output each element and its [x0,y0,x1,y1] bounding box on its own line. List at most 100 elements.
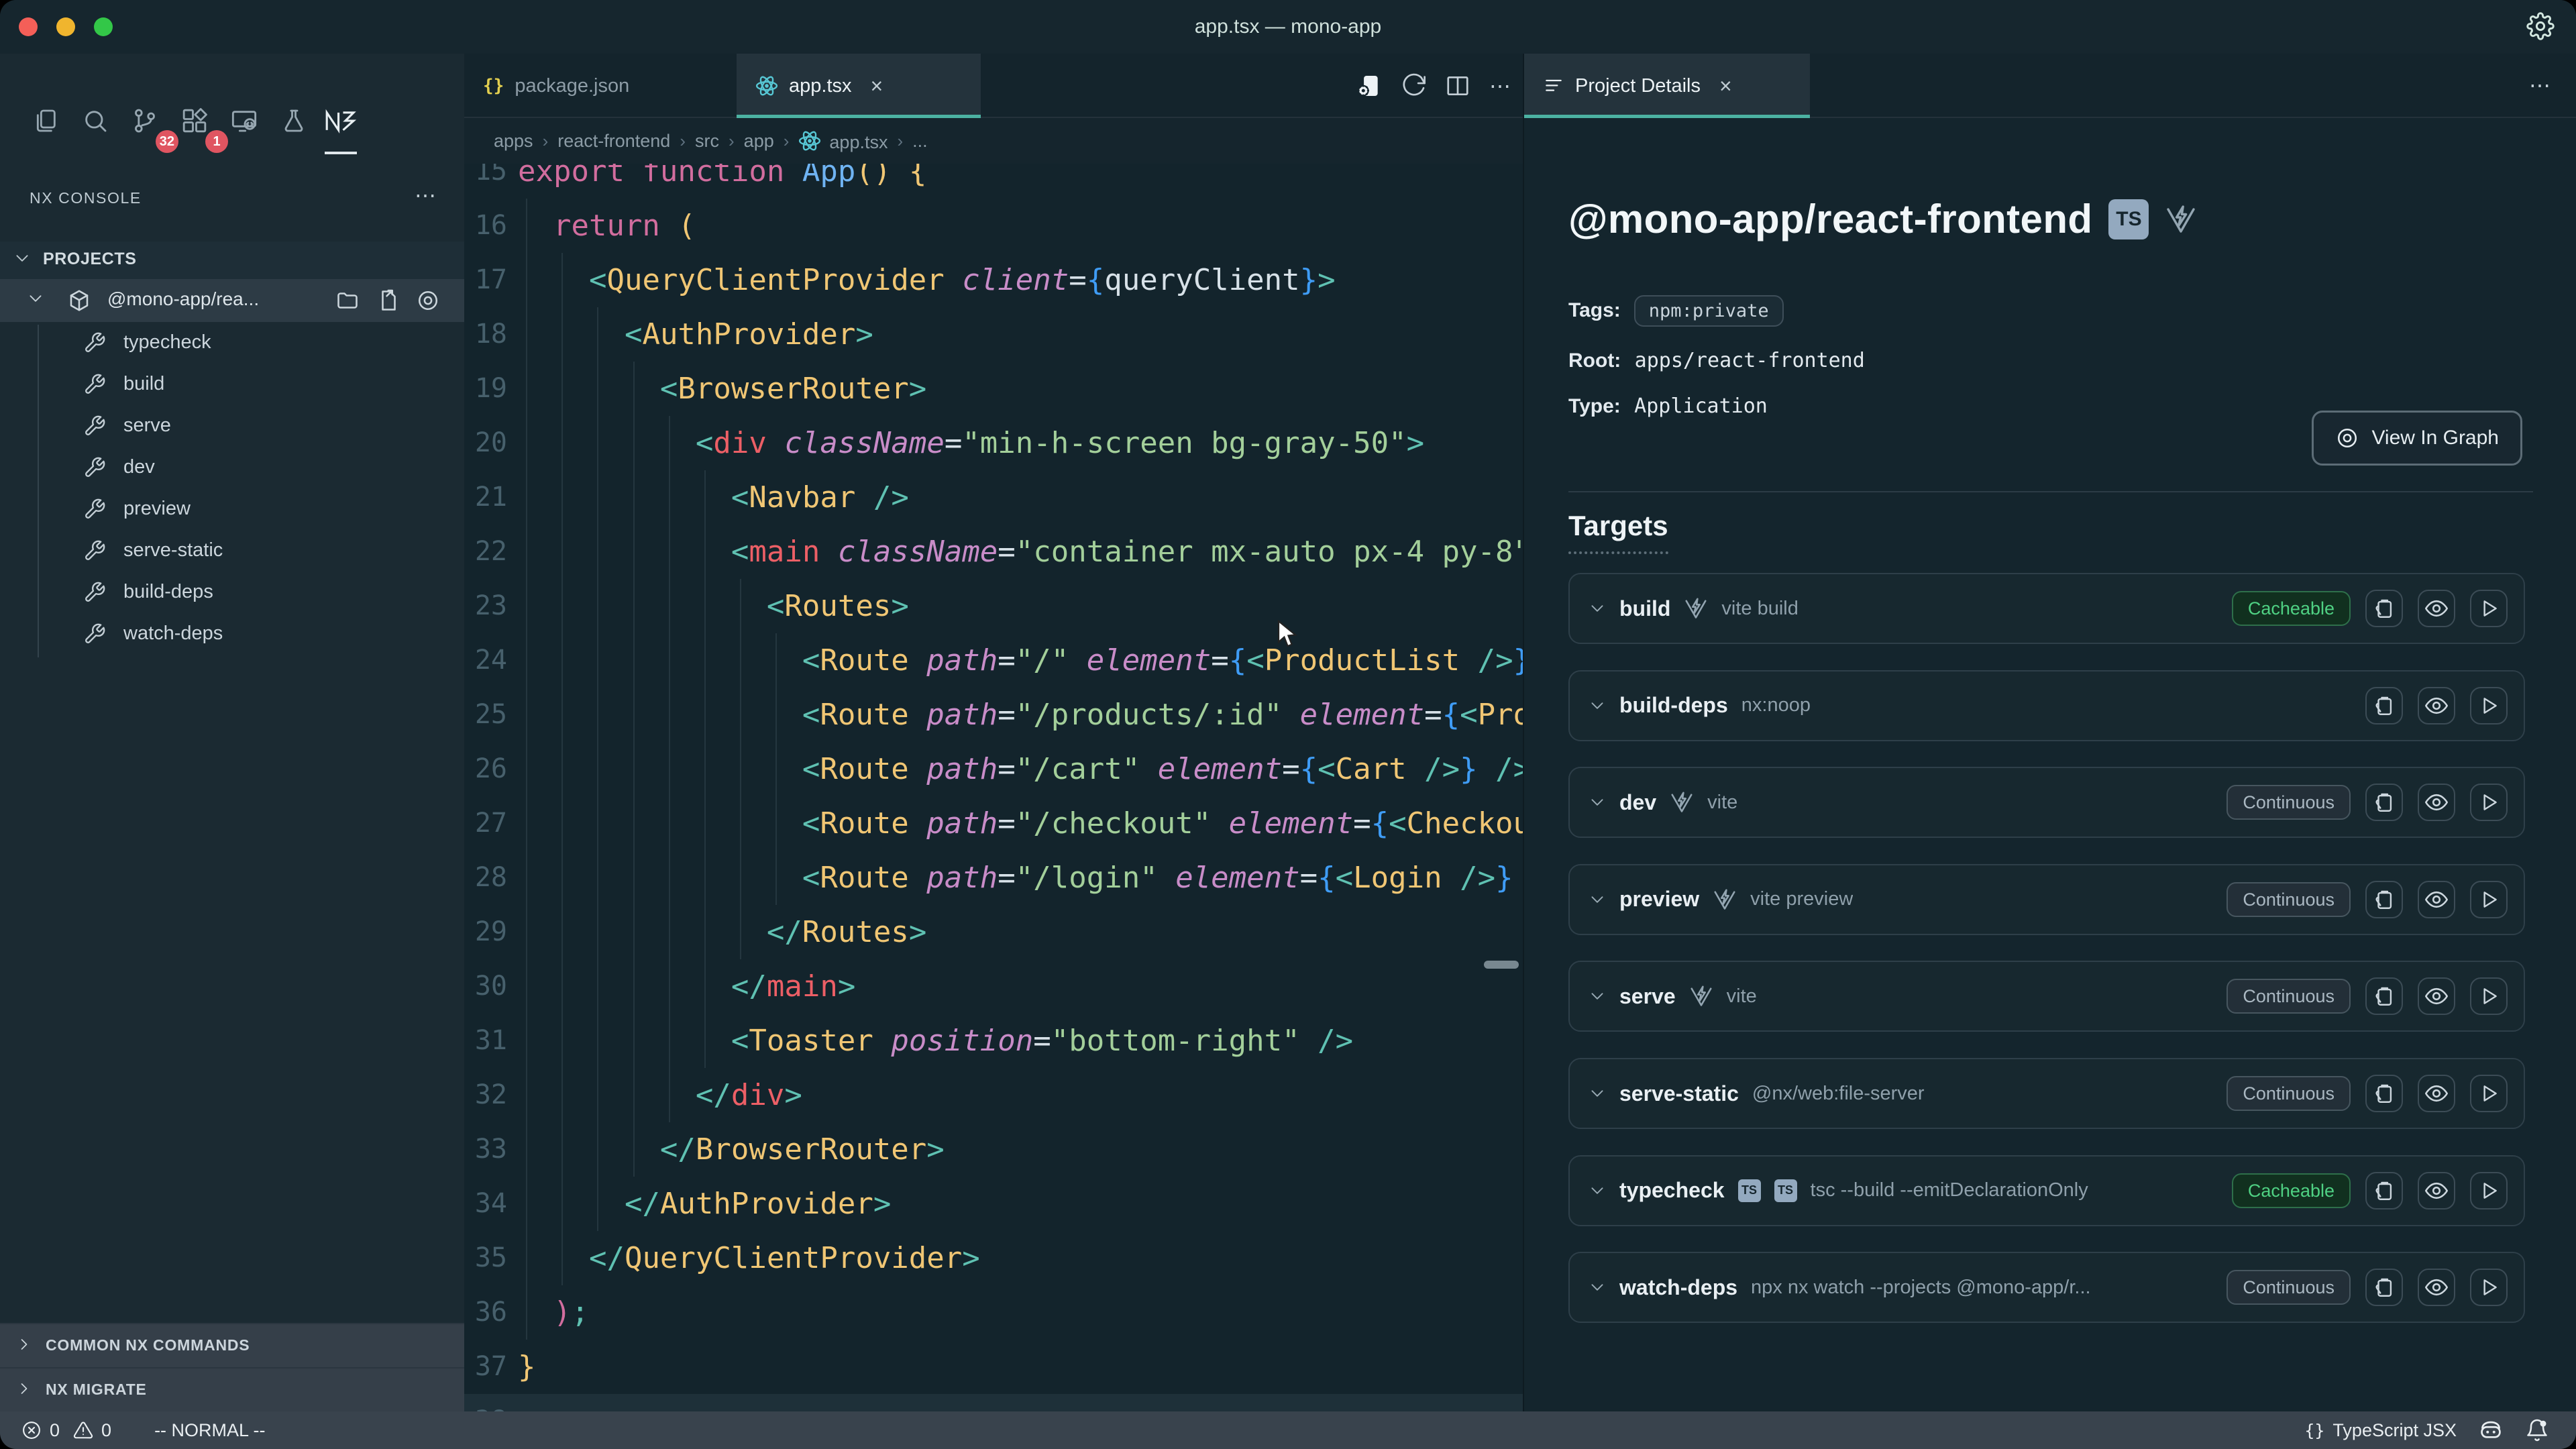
activity-beaker-icon[interactable] [270,94,318,148]
sidebar-section-nx-migrate[interactable]: NX MIGRATE [0,1367,464,1411]
view-task-button[interactable] [2418,977,2455,1015]
chevron-down-icon[interactable] [1589,1279,1606,1296]
sidebar-item-preview[interactable]: preview [0,488,464,530]
run-task-button[interactable] [2470,1269,2508,1306]
tree-item-label: build [123,373,164,395]
copy-task-button[interactable] [2365,590,2403,627]
target-command: npx nx watch --projects @mono-app/r... [1751,1277,2091,1299]
sidebar-item-serve[interactable]: serve [0,405,464,447]
activity-search-icon[interactable] [71,94,119,148]
target-card-serve[interactable]: serveviteContinuous [1568,961,2525,1032]
chevron-down-icon[interactable] [1589,987,1606,1005]
folder-icon[interactable] [335,288,360,313]
chevron-down-icon[interactable] [1589,697,1606,714]
run-task-button[interactable] [2470,977,2508,1015]
open-project-settings-icon[interactable] [1356,73,1382,99]
target-card-build[interactable]: buildvite buildCacheable [1568,573,2525,644]
close-tab-icon[interactable]: × [1719,74,1732,99]
run-task-button[interactable] [2470,590,2508,627]
sidebar-section-common-nx-commands[interactable]: COMMON NX COMMANDS [0,1323,464,1367]
activity-source-control-icon[interactable]: 32 [121,94,169,148]
view-task-button[interactable] [2418,590,2455,627]
sidebar-item-typecheck[interactable]: typecheck [0,322,464,364]
target-card-watch-deps[interactable]: watch-depsnpx nx watch --projects @mono-… [1568,1252,2525,1323]
status-left: 0 0 -- NORMAL -- [21,1411,266,1449]
chevron-down-icon[interactable] [1589,794,1606,811]
run-task-button[interactable] [2470,1172,2508,1210]
scrollbar-thumb[interactable] [1484,961,1519,969]
target-card-build-deps[interactable]: build-depsnx:noop [1568,670,2525,741]
activity-nx-icon[interactable] [317,94,365,148]
code-line-28: 28 <Route path="/login" element={<Login … [464,851,1523,905]
tab-package-json[interactable]: {} package.json [464,54,737,118]
copy-task-button[interactable] [2365,1075,2403,1112]
sidebar-item-dev[interactable]: dev [0,447,464,488]
copy-task-button[interactable] [2365,687,2403,724]
language-mode[interactable]: {} TypeScript JSX [2304,1420,2457,1441]
target-command: vite [1707,792,1737,814]
run-task-button[interactable] [2470,881,2508,918]
chevron-down-icon[interactable] [1589,891,1606,908]
code-text: <AuthProvider> [518,307,873,362]
chevron-down-icon[interactable] [1589,600,1606,617]
problems-indicator[interactable]: 0 0 [21,1420,111,1441]
file-arrow-icon[interactable] [376,288,400,313]
sidebar-project-row[interactable]: @mono-app/rea... [0,279,464,322]
target-card-serve-static[interactable]: serve-static@nx/web:file-serverContinuou… [1568,1058,2525,1129]
line-number: 34 [464,1177,507,1231]
tab-project-details[interactable]: Project Details × [1524,54,1810,118]
view-task-button[interactable] [2418,1075,2455,1112]
copilot-icon[interactable] [2478,1417,2504,1443]
tab-app-tsx[interactable]: app.tsx × [737,54,981,118]
chevron-down-icon[interactable] [1589,1182,1606,1199]
view-task-button[interactable] [2418,881,2455,918]
sidebar-item-build[interactable]: build [0,364,464,405]
projects-section-header[interactable]: PROJECTS [0,241,464,279]
code-editor[interactable]: 15export function App() {16 return (17 <… [464,164,1523,1411]
activity-files-icon[interactable] [21,94,70,148]
run-task-button[interactable] [2470,1075,2508,1112]
view-in-graph-button[interactable]: View In Graph [2312,411,2522,466]
settings-gear-icon[interactable] [2526,12,2555,40]
copy-task-button[interactable] [2365,881,2403,918]
sidebar-item-watch-deps[interactable]: watch-deps [0,613,464,655]
sidebar-item-build-deps[interactable]: build-deps [0,572,464,613]
view-task-button[interactable] [2418,1269,2455,1306]
code-text: </AuthProvider> [518,1177,891,1231]
activity-extensions-icon[interactable]: 1 [170,94,219,148]
refresh-icon[interactable] [1401,73,1426,99]
run-task-button[interactable] [2470,784,2508,821]
sidebar-more-icon[interactable]: ⋯ [415,182,437,208]
activity-remote-icon[interactable] [220,94,268,148]
target-command: nx:noop [1741,694,1811,716]
breadcrumb-item[interactable]: ... [912,131,928,152]
bell-icon[interactable] [2525,1418,2549,1442]
copy-task-button[interactable] [2365,977,2403,1015]
target-name: typecheck [1619,1178,1725,1203]
breadcrumb-item[interactable]: apps [494,131,533,152]
close-tab-icon[interactable]: × [871,74,883,99]
panel-more-actions-icon[interactable]: ⋯ [2529,72,2552,98]
chevron-down-icon[interactable] [1589,1085,1606,1102]
copy-task-button[interactable] [2365,784,2403,821]
target-card-dev[interactable]: devviteContinuous [1568,767,2525,838]
split-editor-icon[interactable] [1445,73,1470,99]
more-actions-icon[interactable]: ⋯ [1489,73,1512,99]
code-text: <Routes> [518,579,909,633]
breadcrumb-item[interactable]: app.tsx [798,129,888,153]
sidebar-item-serve-static[interactable]: serve-static [0,530,464,572]
target-icon[interactable] [416,288,440,313]
view-task-button[interactable] [2418,1172,2455,1210]
code-line-21: 21 <Navbar /> [464,470,1523,525]
target-card-typecheck[interactable]: typecheckTSTStsc --build --emitDeclarati… [1568,1155,2525,1226]
breadcrumb-item[interactable]: react-frontend [557,131,670,152]
run-task-button[interactable] [2470,687,2508,724]
target-name: build [1619,596,1670,621]
view-task-button[interactable] [2418,784,2455,821]
copy-task-button[interactable] [2365,1172,2403,1210]
target-card-preview[interactable]: previewvite previewContinuous [1568,864,2525,935]
view-task-button[interactable] [2418,687,2455,724]
breadcrumb-item[interactable]: src [695,131,719,152]
breadcrumb-item[interactable]: app [744,131,774,152]
copy-task-button[interactable] [2365,1269,2403,1306]
